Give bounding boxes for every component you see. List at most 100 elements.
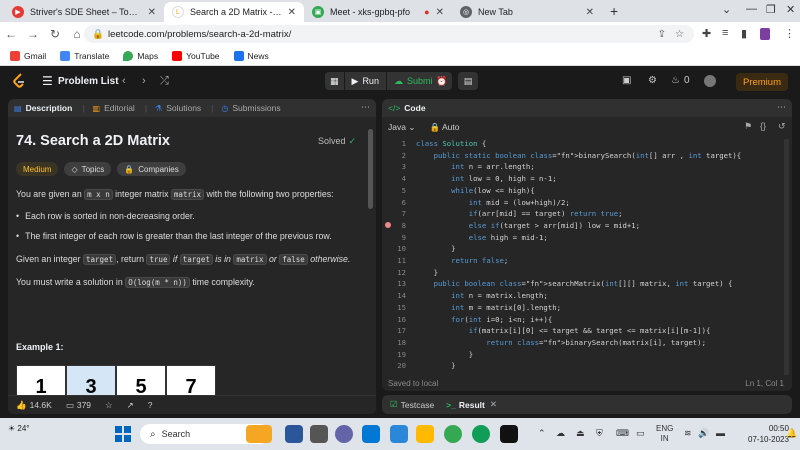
code-line[interactable]: for(int i=0; i<n; i++){ xyxy=(416,315,552,324)
url-bar[interactable]: 🔒 leetcode.com/problems/search-a-2d-matr… xyxy=(84,25,694,43)
bookmark-star-icon[interactable]: ☆ xyxy=(675,29,684,40)
run-button[interactable]: ▶ Run xyxy=(343,72,386,90)
like-button[interactable]: 👍 14.6K xyxy=(16,400,52,411)
bookmark-youtube[interactable]: YouTube xyxy=(172,50,220,61)
whatsapp-icon[interactable] xyxy=(472,425,490,443)
weather-widget[interactable]: ☀ 24° xyxy=(8,424,30,433)
tray-chevron-icon[interactable]: ⌃ xyxy=(538,428,546,439)
topics-tag[interactable]: ◇ Topics xyxy=(64,162,112,176)
code-line[interactable]: } xyxy=(416,350,473,359)
browser-tab-newtab[interactable]: ◎ New Tab ✕ xyxy=(452,2,602,22)
security-icon[interactable]: ⛨ xyxy=(596,428,603,439)
todo-icon[interactable] xyxy=(390,425,408,443)
code-line[interactable]: } xyxy=(416,361,455,370)
extensions-icon[interactable]: ✚ xyxy=(702,27,711,40)
auto-mode[interactable]: 🔒 Auto xyxy=(429,122,459,133)
display-icon[interactable]: ▭ xyxy=(636,428,645,439)
share-icon[interactable]: ⇪ xyxy=(658,29,666,40)
timer-button[interactable]: ⏰ xyxy=(432,72,452,90)
tab-solutions[interactable]: | ⚗ Solutions xyxy=(145,103,201,113)
reload-icon[interactable]: ↻ xyxy=(44,27,66,41)
code-line[interactable]: else if(target > arr[mid]) low = mid+1; xyxy=(416,221,640,230)
onedrive-icon[interactable]: ☁ xyxy=(556,428,565,439)
next-problem-icon[interactable]: › xyxy=(142,75,146,87)
leetcode-logo-icon[interactable] xyxy=(12,73,26,89)
prev-problem-icon[interactable]: ‹ xyxy=(122,75,126,87)
code-line[interactable]: int m = matrix[0].length; xyxy=(416,303,561,312)
code-line[interactable]: return class="fn">binarySearch(matrix[i]… xyxy=(416,338,706,347)
menu-kebab-icon[interactable]: ⋮ xyxy=(784,27,795,40)
close-icon[interactable]: ✕ xyxy=(490,399,497,410)
code-line[interactable]: int n = matrix.length; xyxy=(416,291,548,300)
volume-icon[interactable]: 🔊 xyxy=(698,428,709,439)
code-line[interactable]: while(low <= high){ xyxy=(416,186,534,195)
clock[interactable]: 00:50 07-10-2023 xyxy=(748,423,789,445)
close-icon[interactable]: ✕ xyxy=(586,7,594,18)
mail-icon[interactable] xyxy=(362,425,380,443)
close-window-icon[interactable]: ✕ xyxy=(786,3,795,16)
code-line[interactable]: } xyxy=(416,268,438,277)
code-tab[interactable]: </> Code xyxy=(382,99,792,117)
notes-button[interactable]: ▤ xyxy=(458,72,478,90)
terminal-app-icon[interactable] xyxy=(500,425,518,443)
close-icon[interactable]: ✕ xyxy=(288,7,296,18)
tab-search-chevron-icon[interactable]: ⌄ xyxy=(722,3,731,16)
tab-testcase[interactable]: ☑ Testcase xyxy=(390,399,434,410)
companies-tag[interactable]: 🔒 Companies xyxy=(117,162,186,176)
tab-submissions[interactable]: | ◷ Submissions xyxy=(211,103,280,113)
forward-icon[interactable]: → xyxy=(22,27,44,41)
code-line[interactable]: public boolean class="fn">searchMatrix(i… xyxy=(416,279,733,288)
user-avatar[interactable] xyxy=(704,75,716,87)
code-line[interactable]: else high = mid-1; xyxy=(416,233,548,242)
new-tab-icon[interactable]: + xyxy=(610,3,618,19)
reading-list-icon[interactable]: ≡ xyxy=(722,27,728,39)
code-line[interactable]: int n = arr.length; xyxy=(416,162,534,171)
panel-more-icon[interactable]: ⋯ xyxy=(361,102,370,113)
language-indicator[interactable]: ENG IN xyxy=(656,424,673,444)
back-icon[interactable]: ← xyxy=(0,27,22,41)
format-braces-icon[interactable]: {} xyxy=(760,121,766,131)
code-line[interactable]: int low = 0, high = n-1; xyxy=(416,174,556,183)
code-line[interactable]: } xyxy=(416,244,455,253)
wifi-icon[interactable]: ≋ xyxy=(684,428,692,439)
shuffle-icon[interactable]: ⤮ xyxy=(160,75,169,88)
windows-start-icon[interactable] xyxy=(115,426,131,442)
tab-description[interactable]: ▤ Description xyxy=(14,103,72,113)
copilot-icon[interactable] xyxy=(285,425,303,443)
browser-tab-meet[interactable]: ▣ Meet - xks-gpbq-pfo ● ✕ xyxy=(304,2,452,22)
share-icon[interactable]: ↗ xyxy=(127,400,134,411)
usb-icon[interactable]: ⏏ xyxy=(576,428,585,439)
code-line[interactable]: return false; xyxy=(416,256,508,265)
code-line[interactable]: public static boolean class="fn">binaryS… xyxy=(416,151,742,160)
reset-icon[interactable]: ↺ xyxy=(778,121,786,132)
editor-scrollbar[interactable] xyxy=(784,139,789,375)
close-icon[interactable]: ✕ xyxy=(148,7,156,18)
description-scrollbar[interactable] xyxy=(368,129,373,209)
tab-editorial[interactable]: | ▥ Editorial xyxy=(82,103,135,113)
bookmark-maps[interactable]: Maps xyxy=(123,50,158,61)
language-select[interactable]: Java ⌄ xyxy=(388,122,415,133)
code-line[interactable]: class Solution { xyxy=(416,139,486,148)
debug-icon[interactable]: ▦ xyxy=(325,72,344,90)
minimize-icon[interactable]: — xyxy=(746,3,757,15)
code-line[interactable]: if(matrix[i][0] <= target && target <= m… xyxy=(416,326,711,335)
keyboard-icon[interactable]: ⌨ xyxy=(616,428,629,439)
code-line[interactable]: if(arr[mid] == target) return true; xyxy=(416,209,623,218)
comments-button[interactable]: ▭ 379 xyxy=(66,400,91,411)
close-icon[interactable]: ✕ xyxy=(436,7,444,18)
search-highlight-icon[interactable] xyxy=(246,425,272,443)
favorite-star-icon[interactable]: ☆ xyxy=(105,400,113,411)
bookmark-news[interactable]: News xyxy=(233,50,269,61)
side-panel-icon[interactable]: ▮ xyxy=(741,27,747,40)
browser-tab-leetcode[interactable]: L Search a 2D Matrix - LeetCode ✕ xyxy=(164,2,304,22)
battery-icon[interactable]: ▬ xyxy=(716,428,725,438)
restore-icon[interactable]: ❐ xyxy=(766,3,776,16)
layout-icon[interactable]: ▣ xyxy=(622,75,631,86)
tab-result[interactable]: >_ Result ✕ xyxy=(446,399,497,410)
browser-tab-striver[interactable]: ▶ Striver's SDE Sheet – Top Coding ✕ xyxy=(4,2,164,22)
teams-icon[interactable] xyxy=(335,425,353,443)
task-view-icon[interactable] xyxy=(310,425,328,443)
help-icon[interactable]: ? xyxy=(148,400,153,410)
code-editor[interactable]: 1 class Solution {2 public static boolean… xyxy=(382,139,782,375)
bookmark-translate[interactable]: Translate xyxy=(60,50,109,61)
